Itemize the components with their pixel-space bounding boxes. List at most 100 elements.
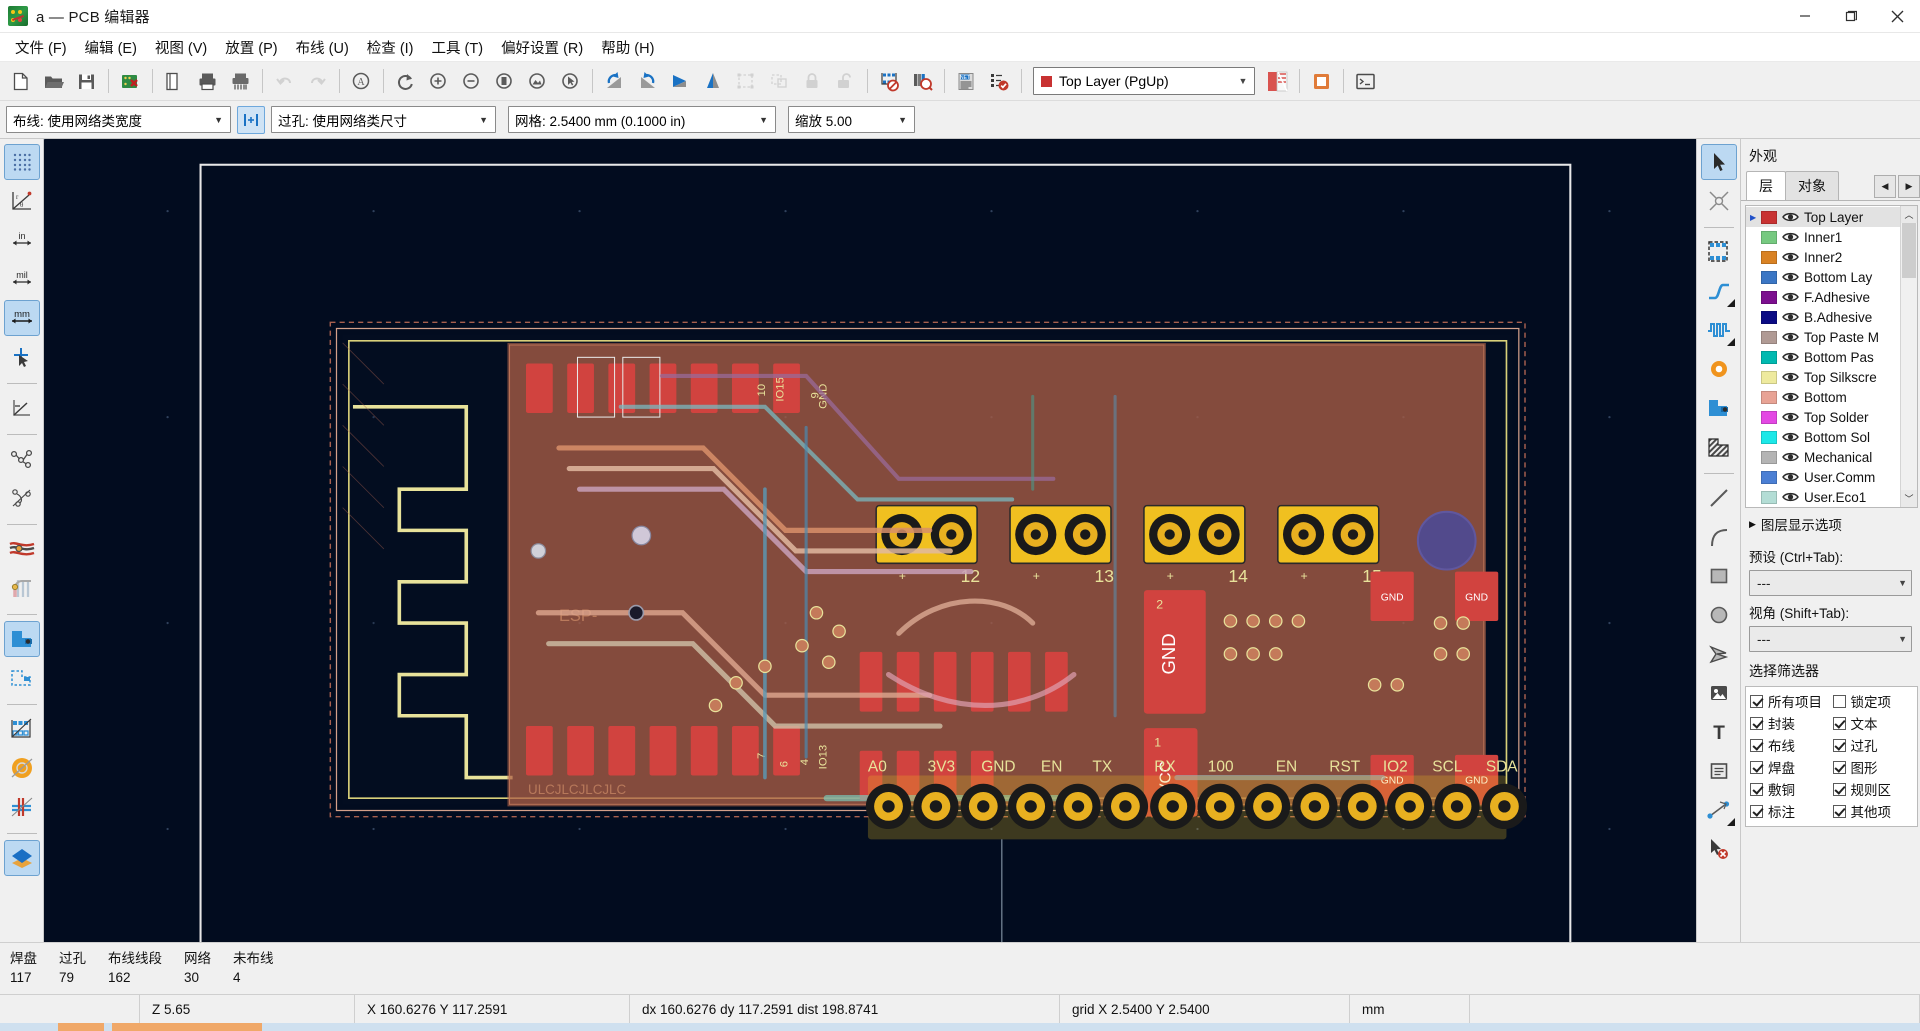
checkbox[interactable]	[1750, 716, 1763, 730]
net-highlight-icon[interactable]	[4, 531, 40, 567]
layer-stripes-icon[interactable]	[1261, 65, 1294, 98]
checkbox[interactable]	[1832, 694, 1846, 708]
layer-row[interactable]: User.Eco1	[1746, 487, 1900, 507]
layer-expand-icon[interactable]: ▶	[1750, 213, 1761, 222]
add-text-icon[interactable]: T	[1701, 714, 1737, 750]
zone-outline-icon[interactable]	[4, 789, 40, 825]
netlist-icon[interactable]: NET	[950, 65, 983, 98]
refresh-icon[interactable]	[389, 65, 422, 98]
units-mm-icon[interactable]: mm	[3, 300, 40, 336]
track-display-mode-icon[interactable]	[4, 570, 40, 606]
checkbox[interactable]	[1832, 760, 1846, 774]
eye-visibility-icon[interactable]	[1782, 411, 1799, 424]
menu-help[interactable]: 帮助 (H)	[592, 33, 663, 62]
layer-color-swatch[interactable]	[1761, 250, 1777, 264]
filter-vias[interactable]: 过孔	[1832, 735, 1916, 755]
add-textbox-icon[interactable]	[1701, 753, 1737, 789]
eye-visibility-icon[interactable]	[1782, 451, 1799, 464]
toggle-grid-icon[interactable]	[3, 144, 40, 180]
layer-color-swatch[interactable]	[1761, 410, 1777, 424]
viewport-select[interactable]: --- ▼	[1749, 626, 1912, 652]
active-layer-selector[interactable]: Top Layer (PgUp) ▼	[1033, 67, 1255, 95]
layer-color-swatch[interactable]	[1761, 390, 1777, 404]
route-track-icon[interactable]	[1701, 273, 1737, 309]
group-icon[interactable]	[730, 65, 763, 98]
rotate-cw-icon[interactable]	[631, 65, 664, 98]
layer-color-swatch[interactable]	[1761, 430, 1777, 444]
rotate-ccw-icon[interactable]	[598, 65, 631, 98]
find-icon[interactable]: A	[345, 65, 378, 98]
scrollbar-track[interactable]	[1901, 223, 1917, 490]
tab-objects[interactable]: 对象	[1785, 171, 1839, 200]
tune-length-icon[interactable]	[1701, 312, 1737, 348]
zoom-selector[interactable]: 缩放 5.00 ▼	[788, 106, 915, 133]
pcb-canvas[interactable]: 10 IO15 9 GND 7 6 4 IO13 ESP- ULCJLCJLCJ…	[44, 139, 1696, 942]
filter-text[interactable]: 文本	[1832, 713, 1916, 733]
layer-row[interactable]: Inner1	[1746, 227, 1900, 247]
undo-icon[interactable]	[268, 65, 301, 98]
place-footprint-icon[interactable]	[1701, 234, 1737, 270]
layer-manager-icon[interactable]	[3, 840, 40, 876]
full-crosshair-icon[interactable]	[4, 339, 40, 375]
zoom-out-icon[interactable]	[455, 65, 488, 98]
eye-visibility-icon[interactable]	[1782, 351, 1799, 364]
layer-list[interactable]: ▶ Top Layer Inner1 Inner2 Bottom Lay F.Adhesi…	[1746, 206, 1900, 507]
draw-arc-icon[interactable]	[1701, 519, 1737, 555]
filter-rule-areas[interactable]: 规则区	[1832, 779, 1916, 799]
filter-pads[interactable]: 焊盘	[1750, 757, 1833, 777]
filter-graphics[interactable]: 图形	[1832, 757, 1916, 777]
layer-color-swatch[interactable]	[1761, 470, 1777, 484]
layer-display-options-toggle[interactable]: ▶ 图层显示选项	[1741, 508, 1920, 540]
eye-visibility-icon[interactable]	[1782, 291, 1799, 304]
layer-row[interactable]: Inner2	[1746, 247, 1900, 267]
menu-route[interactable]: 布线 (U)	[287, 33, 358, 62]
redo-icon[interactable]	[301, 65, 334, 98]
add-dimension-icon[interactable]	[1701, 792, 1737, 828]
filter-other-items[interactable]: 其他项	[1832, 801, 1916, 821]
zoom-fit-objects-icon[interactable]	[521, 65, 554, 98]
taskbar-item[interactable]	[112, 1023, 262, 1031]
via-sketch-mode-icon[interactable]	[4, 660, 40, 696]
checkbox[interactable]	[1750, 804, 1763, 818]
layer-row[interactable]: Bottom Sol	[1746, 427, 1900, 447]
eye-visibility-icon[interactable]	[1782, 211, 1799, 224]
footprint-library-icon[interactable]	[906, 65, 939, 98]
via-size-selector[interactable]: 过孔: 使用网络类尺寸 ▼	[271, 106, 496, 133]
show-ratsnest-icon[interactable]	[4, 441, 40, 477]
track-width-icon[interactable]	[237, 105, 265, 134]
unlock-icon[interactable]	[829, 65, 862, 98]
filter-zones[interactable]: 敷铜	[1750, 779, 1833, 799]
layer-color-swatch[interactable]	[1761, 230, 1777, 244]
pad-sketch-mode-icon[interactable]	[3, 621, 40, 657]
eye-visibility-icon[interactable]	[1782, 311, 1799, 324]
track-width-selector[interactable]: 布线: 使用网络类宽度 ▼	[6, 106, 231, 133]
lock-icon[interactable]	[796, 65, 829, 98]
eye-visibility-icon[interactable]	[1782, 371, 1799, 384]
draw-polygon-icon[interactable]	[1701, 636, 1737, 672]
footprint-outline-mode-icon[interactable]	[4, 711, 40, 747]
tab-prev-button[interactable]: ◀	[1874, 175, 1896, 198]
layer-row[interactable]: ▶ Top Layer	[1746, 207, 1900, 227]
minimize-button[interactable]	[1782, 0, 1828, 33]
ratsnest-straight-icon[interactable]	[4, 390, 40, 426]
filter-dimensions[interactable]: 标注	[1750, 801, 1833, 821]
checkbox[interactable]	[1832, 804, 1846, 818]
grid-selector[interactable]: 网格: 2.5400 mm (0.1000 in) ▼	[508, 106, 776, 133]
eye-visibility-icon[interactable]	[1782, 391, 1799, 404]
filter-footprints[interactable]: 封装	[1750, 713, 1833, 733]
add-image-icon[interactable]	[1701, 675, 1737, 711]
filter-locked-items[interactable]: 锁定项	[1832, 691, 1916, 711]
draw-rectangle-icon[interactable]	[1701, 558, 1737, 594]
menu-preferences[interactable]: 偏好设置 (R)	[492, 33, 592, 62]
tab-next-button[interactable]: ▶	[1898, 175, 1920, 198]
save-board-icon[interactable]	[70, 65, 103, 98]
delete-tool-icon[interactable]	[1701, 831, 1737, 867]
units-mils-icon[interactable]: mil	[4, 261, 40, 297]
zoom-in-icon[interactable]	[422, 65, 455, 98]
menu-tools[interactable]: 工具 (T)	[423, 33, 493, 62]
print-icon[interactable]	[191, 65, 224, 98]
layer-color-swatch[interactable]	[1761, 270, 1777, 284]
menu-edit[interactable]: 编辑 (E)	[76, 33, 146, 62]
menu-place[interactable]: 放置 (P)	[216, 33, 286, 62]
checkbox[interactable]	[1750, 694, 1763, 708]
